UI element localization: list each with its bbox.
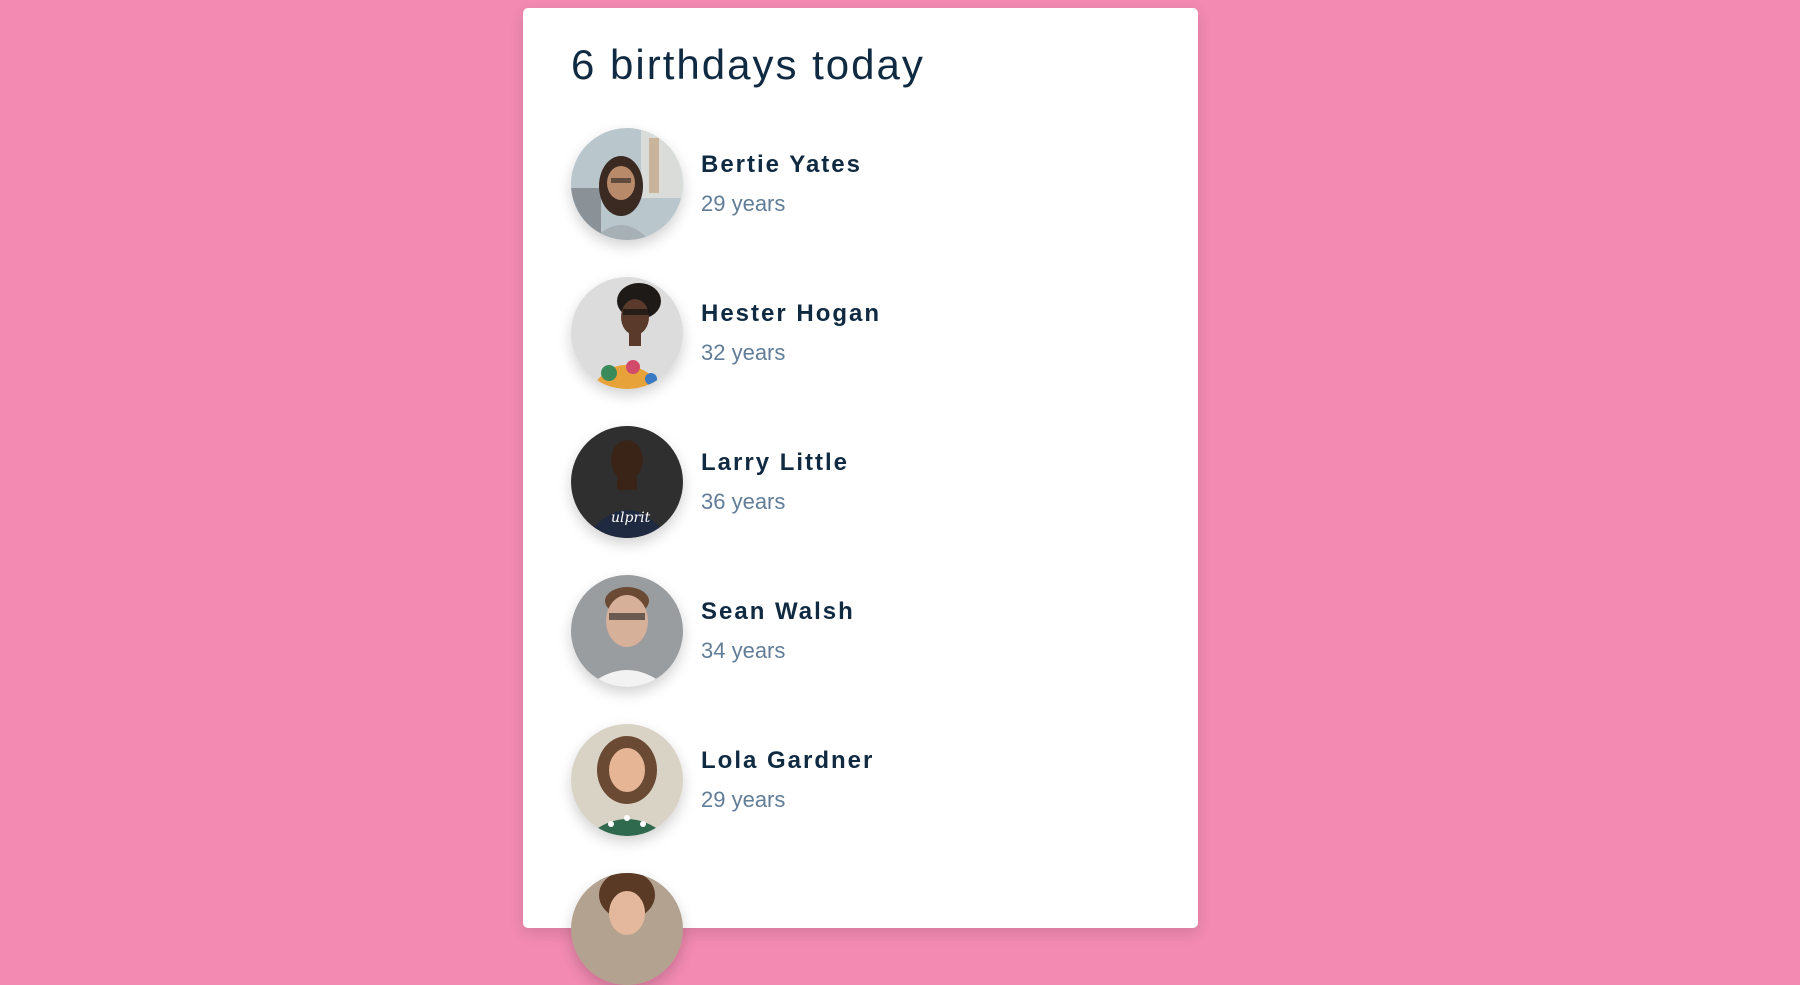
list-item: Sean Walsh 34 years [571,575,1150,688]
list-item: Hester Hogan 32 years [571,277,1150,390]
avatar [571,277,683,390]
person-info: Sean Walsh 34 years [701,598,855,664]
person-name: Hester Hogan [701,300,882,328]
avatar [571,128,683,241]
person-name: Larry Little [701,449,850,477]
list-item: ulprit Larry Little 36 years [571,426,1150,539]
person-photo-icon [571,873,683,985]
person-info: Larry Little 36 years [701,449,849,515]
person-photo-icon [571,277,683,390]
birthday-card: 6 birthdays today Bertie Yates 29 years [523,8,1198,985]
person-photo-icon: ulprit [571,426,683,539]
person-photo-icon [571,724,683,837]
person-age: 36 years [701,489,786,515]
svg-text:ulprit: ulprit [611,510,651,526]
list-item: Lola Gardner 29 years [571,724,1150,837]
list-item: Bertie Yates 29 years [571,128,1150,241]
person-age: 32 years [701,340,786,366]
person-name: Sean Walsh [701,598,855,626]
person-info: Lola Gardner 29 years [701,747,874,813]
avatar [571,575,683,688]
avatar [571,724,683,837]
person-info: Hester Hogan 32 years [701,300,881,366]
person-age: 29 years [701,191,786,217]
people-list: Bertie Yates 29 years Hester Hogan 32 ye… [571,128,1150,985]
person-photo-icon [571,128,683,241]
person-age: 34 years [701,638,786,664]
person-age: 29 years [701,787,786,813]
person-name: Lola Gardner [701,747,875,775]
person-photo-icon [571,575,683,688]
person-name: Bertie Yates [701,151,862,179]
page-title: 6 birthdays today [571,41,925,88]
avatar: ulprit [571,426,683,539]
list-item [571,873,1150,985]
avatar [571,873,683,985]
person-info: Bertie Yates 29 years [701,151,862,217]
